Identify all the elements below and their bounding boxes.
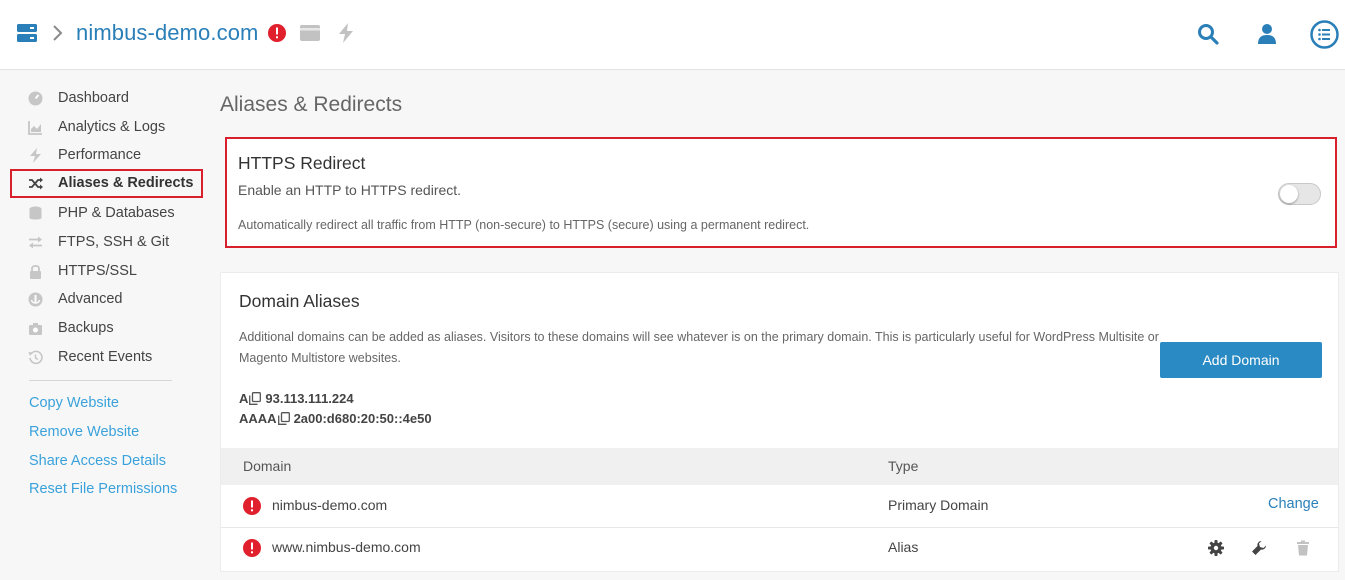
dns-aaaa-record: AAAA 2a00:d680:20:50::4e50	[239, 411, 432, 426]
sidebar-item-dashboard[interactable]: Dashboard	[10, 84, 203, 113]
alert-icon[interactable]	[243, 497, 261, 515]
domain-aliases-description: Additional domains can be added as alias…	[239, 330, 1159, 365]
sidebar-item-backups[interactable]: Backups	[10, 314, 203, 343]
sidebar-item-label: Aliases & Redirects	[58, 175, 194, 191]
history-icon	[28, 350, 43, 365]
sidebar-divider	[29, 380, 172, 381]
copy-icon[interactable]	[277, 412, 290, 425]
copy-website-link[interactable]: Copy Website	[29, 395, 119, 411]
domain-aliases-title: Domain Aliases	[239, 291, 360, 311]
https-redirect-title: HTTPS Redirect	[238, 153, 366, 173]
sidebar-item-ftps-ssh-git[interactable]: FTPS, SSH & Git	[10, 228, 203, 257]
sidebar-item-label: PHP & Databases	[58, 205, 175, 221]
toggle-knob	[1280, 185, 1298, 203]
share-access-details-link[interactable]: Share Access Details	[29, 453, 166, 469]
sidebar-item-label: Backups	[58, 320, 114, 336]
user-icon[interactable]	[1256, 23, 1278, 45]
remove-website-link[interactable]: Remove Website	[29, 424, 139, 440]
search-icon[interactable]	[1197, 23, 1219, 45]
server-icon[interactable]	[17, 24, 37, 42]
sidebar-item-php-databases[interactable]: PHP & Databases	[10, 199, 203, 228]
https-redirect-card: HTTPS Redirect Enable an HTTP to HTTPS r…	[225, 137, 1337, 248]
https-redirect-toggle[interactable]	[1278, 183, 1321, 205]
site-title[interactable]: nimbus-demo.com	[76, 20, 258, 46]
sidebar-item-performance[interactable]: Performance	[10, 141, 203, 170]
sidebar-item-aliases-redirects[interactable]: Aliases & Redirects	[10, 169, 203, 198]
alert-icon[interactable]	[243, 539, 261, 557]
top-bar: nimbus-demo.com	[0, 0, 1345, 70]
database-icon	[29, 206, 42, 220]
sidebar-item-label: Dashboard	[58, 90, 129, 106]
sidebar-item-advanced[interactable]: Advanced	[10, 285, 203, 314]
advanced-icon	[28, 292, 43, 307]
gear-icon[interactable]	[1208, 540, 1224, 556]
domain-aliases-card: Domain Aliases Additional domains can be…	[220, 272, 1339, 572]
card-icon[interactable]	[300, 25, 320, 41]
table-row: www.nimbus-demo.com Alias	[221, 529, 1338, 572]
sidebar-item-label: Advanced	[58, 291, 123, 307]
chevron-right-icon	[53, 25, 63, 41]
column-header-type: Type	[888, 458, 919, 474]
sidebar-item-https-ssl[interactable]: HTTPS/SSL	[10, 257, 203, 286]
domain-type: Alias	[888, 539, 919, 555]
change-link[interactable]: Change	[1268, 496, 1319, 512]
dns-value: 2a00:d680:20:50::4e50	[293, 411, 432, 426]
page-title: Aliases & Redirects	[220, 93, 403, 116]
transfer-icon	[29, 236, 42, 249]
column-header-domain: Domain	[243, 458, 292, 474]
bolt-icon	[30, 148, 41, 163]
sidebar-item-label: HTTPS/SSL	[58, 263, 137, 279]
https-redirect-subtitle: Enable an HTTP to HTTPS redirect.	[238, 182, 462, 198]
sidebar: Dashboard Analytics & Logs Performance A…	[0, 71, 205, 580]
trash-icon[interactable]	[1295, 540, 1311, 556]
dns-value: 93.113.111.224	[265, 391, 354, 406]
camera-icon	[29, 323, 42, 335]
add-domain-button[interactable]: Add Domain	[1160, 342, 1322, 378]
table-header: Domain Type	[221, 448, 1338, 485]
dns-a-record: A 93.113.111.224	[239, 391, 354, 406]
sidebar-item-label: FTPS, SSH & Git	[58, 234, 170, 250]
dashboard-icon	[28, 91, 43, 106]
table-row: nimbus-demo.com Primary Domain Change	[221, 485, 1338, 528]
sidebar-item-label: Analytics & Logs	[58, 119, 166, 135]
dns-label: A	[239, 391, 249, 406]
sidebar-item-label: Recent Events	[58, 349, 153, 365]
reset-file-permissions-link[interactable]: Reset File Permissions	[29, 481, 177, 497]
shuffle-icon	[29, 177, 43, 190]
list-menu-icon[interactable]	[1310, 20, 1339, 49]
sidebar-item-recent-events[interactable]: Recent Events	[10, 343, 203, 372]
sidebar-item-label: Performance	[58, 147, 142, 163]
lock-icon	[30, 264, 41, 279]
domain-type: Primary Domain	[888, 497, 989, 513]
sidebar-item-analytics[interactable]: Analytics & Logs	[10, 113, 203, 142]
dns-label: AAAA	[239, 411, 277, 426]
bolt-icon[interactable]	[337, 23, 355, 43]
alert-icon[interactable]	[268, 24, 286, 42]
domain-name: www.nimbus-demo.com	[272, 539, 421, 555]
copy-icon[interactable]	[249, 392, 262, 405]
wrench-icon[interactable]	[1251, 540, 1267, 556]
domain-name: nimbus-demo.com	[272, 497, 388, 513]
chart-icon	[28, 121, 42, 135]
https-redirect-description: Automatically redirect all traffic from …	[238, 218, 810, 232]
